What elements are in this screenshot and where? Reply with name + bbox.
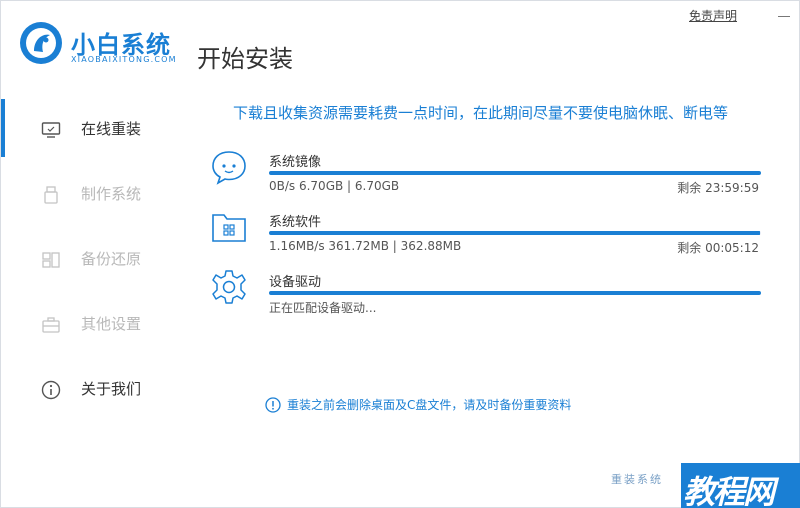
usb-drive-icon (41, 185, 61, 205)
progress-fill (269, 171, 761, 175)
task-remaining: 剩余 00:05:12 (677, 241, 759, 255)
warning-text: 重装之前会删除桌面及C盘文件，请及时备份重要资料 (287, 398, 572, 412)
sidebar-item-backup-restore[interactable]: 备份还原 (1, 234, 191, 284)
page-title: 开始安装 (197, 45, 293, 73)
info-icon (41, 380, 61, 400)
watermark-text: 教程网 (683, 473, 775, 508)
task-name: 设备驱动 (269, 275, 322, 290)
sidebar-item-make-system[interactable]: 制作系统 (1, 169, 191, 219)
sidebar-item-label: 关于我们 (81, 380, 142, 398)
sidebar-item-label: 制作系统 (81, 185, 142, 203)
progress-fill (269, 291, 761, 295)
backup-warning: 重装之前会删除桌面及C盘文件，请及时备份重要资料 (265, 396, 571, 413)
folder-apps-icon (209, 207, 249, 247)
sidebar-item-other-settings[interactable]: 其他设置 (1, 299, 191, 349)
task-name: 系统镜像 (269, 155, 322, 170)
backup-icon (41, 250, 61, 270)
task-detail: 正在匹配设备驱动... (269, 301, 377, 315)
minimize-button[interactable] (775, 7, 793, 25)
progress-bar (269, 231, 761, 235)
progress-fill (269, 231, 760, 235)
sidebar-item-label: 在线重装 (81, 120, 142, 138)
sidebar-item-online-reinstall[interactable]: 在线重装 (1, 104, 191, 154)
progress-bar (269, 291, 761, 295)
gear-icon (209, 267, 249, 307)
sidebar-item-label: 备份还原 (81, 250, 142, 268)
logo-icon (19, 21, 63, 65)
watermark-small: 重装系统 (611, 473, 663, 486)
progress-bar (269, 171, 761, 175)
monitor-icon (41, 120, 61, 140)
chat-face-icon (209, 147, 249, 187)
task-remaining: 剩余 23:59:59 (677, 181, 759, 195)
sidebar-item-about-us[interactable]: 关于我们 (1, 364, 191, 414)
disclaimer-link[interactable]: 免责声明 (689, 7, 737, 24)
sidebar-item-label: 其他设置 (81, 315, 142, 333)
installer-window: 小白系统 XIAOBAIXITONG.COM 开始安装 免责声明 在线重装 制作… (0, 0, 800, 508)
app-subtitle: XIAOBAIXITONG.COM (71, 55, 177, 64)
toolbox-icon (41, 315, 61, 335)
task-detail: 0B/s 6.70GB | 6.70GB (269, 179, 400, 193)
task-name: 系统软件 (269, 215, 322, 230)
download-notice: 下载且收集资源需要耗费一点时间，在此期间尽量不要使电脑休眠、断电等 (233, 104, 729, 122)
info-circle-icon (265, 397, 281, 413)
task-detail: 1.16MB/s 361.72MB | 362.88MB (269, 239, 462, 253)
watermark-logo: 教程网 (681, 463, 800, 508)
